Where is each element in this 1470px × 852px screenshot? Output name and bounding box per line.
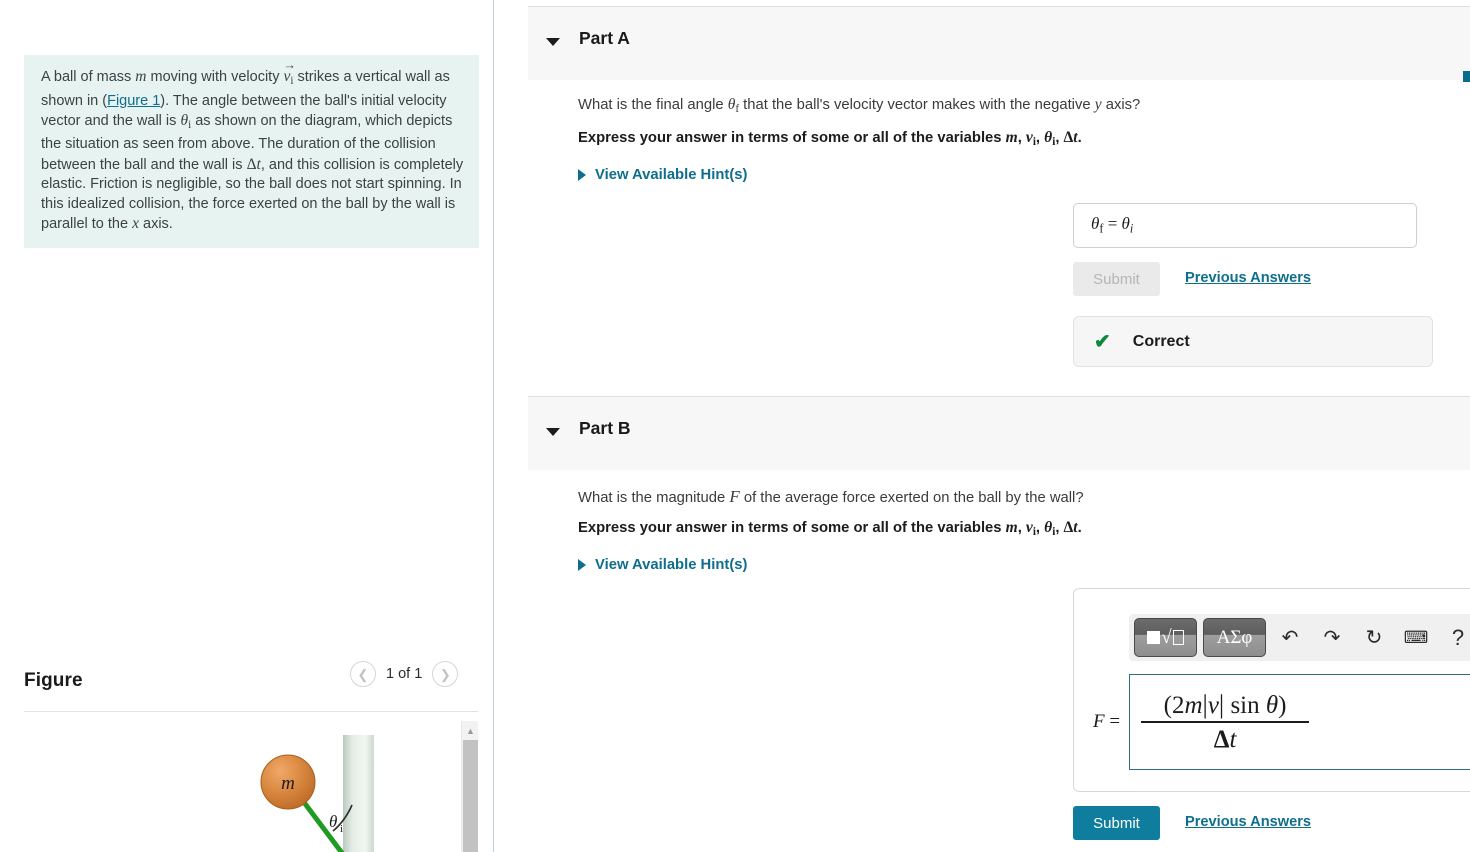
fraction-numerator: (2m|v| sin θ) xyxy=(1163,690,1287,720)
part-b-express-instruction: Express your answer in terms of some or … xyxy=(578,519,1082,539)
part-a-var-delta-t: Δt xyxy=(1063,129,1078,146)
figure-title: Figure xyxy=(24,670,83,691)
sqrt-icon: √ xyxy=(1147,627,1184,649)
caret-down-icon[interactable] xyxy=(546,428,560,436)
part-b-answer-formula: F = (2m|v| sin θ) Δt xyxy=(1093,674,1470,770)
part-b-hints-label: View Available Hint(s) xyxy=(595,557,748,573)
problem-text-7: axis. xyxy=(138,216,173,233)
part-b-previous-answers-link[interactable]: Previous Answers xyxy=(1185,814,1311,830)
part-b-question-pre: What is the magnitude xyxy=(578,490,730,506)
symbol-x-axis: x xyxy=(132,215,139,233)
figure-page-label: 1 of 1 xyxy=(386,666,423,682)
caret-right-icon xyxy=(578,559,586,571)
part-a-submit-button[interactable]: Submit xyxy=(1073,262,1160,296)
part-b-var-delta-t: Δt xyxy=(1063,519,1078,536)
greek-letters-icon: ΑΣφ xyxy=(1216,626,1253,648)
part-a-symbol-y-axis: y xyxy=(1094,96,1102,113)
math-toolbar: √ ΑΣφ ↶ ↷ ↻ ⌨ ? xyxy=(1129,614,1470,661)
assignment-page: A ball of mass m moving with velocity → v… xyxy=(0,0,1470,852)
ball-mass-label: m xyxy=(281,773,295,794)
part-a-express-end: . xyxy=(1077,130,1082,146)
problem-statement: A ball of mass m moving with velocity → v… xyxy=(24,55,479,249)
chevron-left-icon: ❮ xyxy=(357,666,369,682)
part-a-question: What is the final angle θf that the ball… xyxy=(578,96,1140,115)
part-b-hints-toggle[interactable]: View Available Hint(s) xyxy=(578,557,747,573)
redo-icon[interactable]: ↷ xyxy=(1314,622,1350,654)
part-a-var-thetai: θi xyxy=(1044,129,1056,149)
keyboard-icon[interactable]: ⌨ xyxy=(1398,622,1434,654)
part-b-formula-lhs: F = xyxy=(1093,711,1121,732)
part-a-title: Part A xyxy=(579,28,630,48)
part-b-formula-input[interactable]: (2m|v| sin θ) Δt xyxy=(1129,674,1470,770)
part-a-symbol-theta-f: θf xyxy=(727,96,740,116)
part-b-var-thetai: θi xyxy=(1044,519,1056,539)
part-a-express-label: Express your answer in terms of some or … xyxy=(578,130,1006,146)
chevron-right-icon: ❯ xyxy=(439,666,451,682)
part-b-submit-button[interactable]: Submit xyxy=(1073,806,1160,840)
angle-theta-sub-label: i xyxy=(340,823,343,835)
part-a-previous-answers-link[interactable]: Previous Answers xyxy=(1185,270,1311,286)
caret-up-icon[interactable]: ▲ xyxy=(462,724,478,738)
part-b-question: What is the magnitude F of the average f… xyxy=(578,487,1084,507)
part-a-hints-toggle[interactable]: View Available Hint(s) xyxy=(578,167,747,183)
part-a-express-instruction: Express your answer in terms of some or … xyxy=(578,129,1082,149)
wall-shape xyxy=(343,735,374,852)
part-a-feedback-label: Correct xyxy=(1132,332,1190,350)
figure-viewport[interactable]: m θ i ▲ xyxy=(0,721,478,852)
greek-symbols-button[interactable]: ΑΣφ xyxy=(1203,618,1266,657)
reset-icon[interactable]: ↻ xyxy=(1356,622,1392,654)
template-sqrt-button[interactable]: √ xyxy=(1134,618,1197,657)
problem-text-2: moving with velocity xyxy=(146,69,284,85)
left-panel: A ball of mass m moving with velocity → v… xyxy=(0,0,494,852)
part-b-title: Part B xyxy=(579,418,631,438)
part-a-collapse-marker[interactable] xyxy=(1463,71,1470,82)
figure-1-link[interactable]: Figure 1 xyxy=(107,93,160,109)
check-icon: ✔ xyxy=(1094,330,1111,353)
part-b-header[interactable]: Part B xyxy=(528,396,1470,470)
part-b-symbol-F: F xyxy=(729,487,740,506)
problem-text-1: A ball of mass xyxy=(41,69,136,85)
part-b-answer-editor[interactable]: √ ΑΣφ ↶ ↷ ↻ ⌨ ? F = (2m|v| sin θ) Δt xyxy=(1073,588,1470,792)
symbol-mass: m xyxy=(135,68,147,85)
figure-scrollbar[interactable]: ▲ xyxy=(461,721,478,852)
part-b-question-post: of the average force exerted on the ball… xyxy=(739,490,1084,506)
part-a-feedback-box: ✔ Correct xyxy=(1073,316,1433,367)
fraction-denominator: Δt xyxy=(1213,725,1237,753)
figure-next-button[interactable]: ❯ xyxy=(432,661,459,687)
right-panel: Part A What is the final angle θf that t… xyxy=(495,0,1470,852)
part-a-hints-label: View Available Hint(s) xyxy=(595,167,748,183)
figure-scrollbar-thumb[interactable] xyxy=(463,740,478,852)
part-a-question-post: that the ball's velocity vector makes wi… xyxy=(739,97,1095,113)
part-a-var-m: m xyxy=(1005,129,1018,146)
fraction: (2m|v| sin θ) Δt xyxy=(1141,690,1310,754)
caret-right-icon xyxy=(578,169,586,181)
part-b-var-m: m xyxy=(1005,519,1018,536)
figure-divider xyxy=(24,711,478,712)
part-a-answer-value: θf = θi xyxy=(1091,214,1134,236)
part-b-express-label: Express your answer in terms of some or … xyxy=(578,520,1006,536)
symbol-delta-t: Δt xyxy=(246,155,261,173)
part-a-question-tail: axis? xyxy=(1101,97,1141,113)
figure-header: Figure ❮ 1 of 1 ❯ xyxy=(0,661,478,717)
part-b-var-vi: vi xyxy=(1025,519,1036,539)
part-a-question-pre: What is the final angle xyxy=(578,97,728,113)
symbol-theta-initial: θi xyxy=(180,111,192,132)
figure-diagram: m θ i xyxy=(260,735,374,852)
undo-icon[interactable]: ↶ xyxy=(1272,622,1308,654)
part-a-header[interactable]: Part A xyxy=(528,6,1470,82)
part-a-var-vi: vi xyxy=(1025,129,1036,149)
angle-theta-label: θ xyxy=(329,812,337,831)
caret-down-icon[interactable] xyxy=(546,38,560,46)
part-b-express-end: . xyxy=(1077,520,1082,536)
figure-pager: ❮ 1 of 1 ❯ xyxy=(350,661,459,687)
help-icon[interactable]: ? xyxy=(1440,622,1470,654)
figure-prev-button[interactable]: ❮ xyxy=(350,661,376,687)
symbol-velocity-initial: → vi xyxy=(283,58,296,88)
part-a-answer-input[interactable]: θf = θi xyxy=(1073,203,1417,248)
